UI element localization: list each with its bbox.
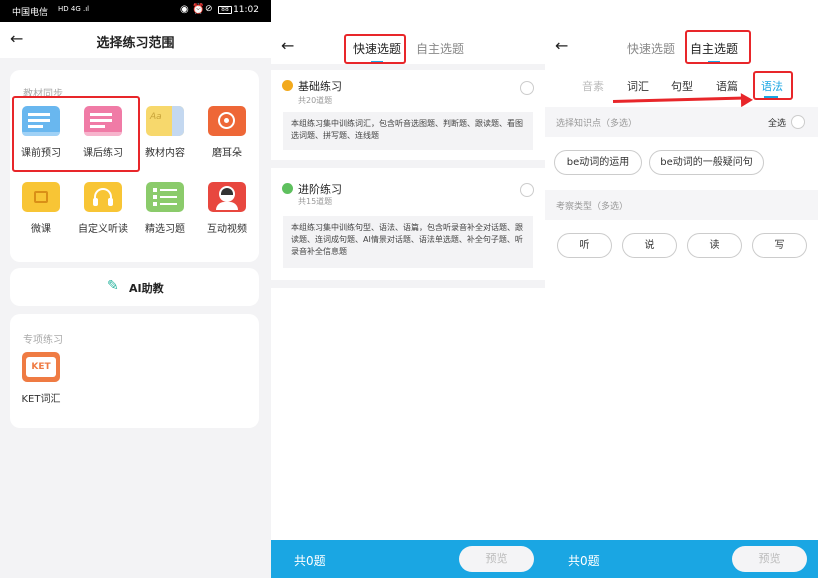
exercise-radio[interactable] bbox=[520, 183, 534, 197]
exercise-description: 本组练习集中训练句型、语法、语篇，包含听录音补全对话题、跟读题、连词成句题、AI… bbox=[283, 216, 533, 268]
preview-button[interactable]: 预览 bbox=[732, 546, 807, 572]
grid-item-textbook[interactable]: Aa 教材内容 bbox=[135, 106, 195, 166]
carrier-label: 中国电信 bbox=[12, 8, 49, 18]
subtab-phonics[interactable]: 音素 bbox=[582, 78, 604, 94]
back-arrow-icon[interactable]: ← bbox=[281, 38, 294, 54]
eye-icon: ◉ bbox=[180, 4, 189, 15]
question-total: 共0题 bbox=[568, 554, 600, 568]
custom-select-panel: ← 快速选题 自主选题 音素 词汇 句型 语篇 语法 选择知识点（多选） 全选 … bbox=[545, 0, 818, 578]
section-label-special: 专项练习 bbox=[23, 335, 63, 346]
subtab-sentence[interactable]: 句型 bbox=[671, 78, 693, 94]
highlight-box bbox=[344, 34, 406, 64]
exercise-description: 本组练习集中训练词汇，包含听音选图题、判断题、跟读题、看图选词题、拼写题、连线题 bbox=[283, 112, 533, 150]
knowledge-header: 选择知识点（多选） 全选 bbox=[545, 107, 818, 137]
grid-item-selected-exercises[interactable]: 精选习题 bbox=[135, 182, 195, 242]
grid-item-label: KET词汇 bbox=[21, 394, 61, 405]
tab-header: ← 快速选题 自主选题 bbox=[545, 22, 818, 64]
folder-book-icon bbox=[22, 182, 60, 212]
subtab-discourse[interactable]: 语篇 bbox=[716, 78, 738, 94]
textbook-icon: Aa bbox=[146, 106, 184, 136]
pencil-badge-icon bbox=[282, 80, 293, 91]
red-arrow bbox=[612, 96, 745, 103]
exercise-title: 基础练习 bbox=[298, 80, 342, 93]
tab-custom-select[interactable]: 自主选题 bbox=[416, 40, 464, 57]
page-title: 选择练习范围 bbox=[96, 36, 175, 51]
alarm-icon: ⏰ bbox=[192, 4, 205, 15]
ai-pencil-icon: ✎ bbox=[107, 278, 119, 294]
type-chip-speak[interactable]: 说 bbox=[622, 233, 677, 258]
type-chip-listen[interactable]: 听 bbox=[557, 233, 612, 258]
practice-scope-panel: 中国电信 HD 4G .ıl ◉ ⏰ ⊘ 88 11:02 ← 选择练习范围 教… bbox=[0, 0, 271, 578]
knowledge-chip[interactable]: be动词的一般疑问句 bbox=[649, 150, 764, 175]
clock: 11:02 bbox=[233, 5, 259, 15]
grid-item-label: 教材内容 bbox=[145, 148, 185, 159]
special-practice-card: 专项练习 KET KET词汇 bbox=[10, 314, 259, 428]
question-total: 共0题 bbox=[294, 554, 326, 568]
preview-button[interactable]: 预览 bbox=[459, 546, 534, 572]
highlight-box bbox=[685, 30, 751, 64]
signal-indicator: HD 4G .ıl bbox=[58, 5, 90, 13]
back-arrow-icon[interactable]: ← bbox=[555, 38, 568, 54]
exercise-count: 共15道题 bbox=[298, 197, 333, 206]
grid-item-microlesson[interactable]: 微课 bbox=[11, 182, 71, 242]
ai-assistant-button[interactable]: ✎ AI助教 bbox=[10, 268, 259, 306]
grid-item-custom-listening[interactable]: 自定义听读 bbox=[73, 182, 133, 242]
exercise-radio[interactable] bbox=[520, 81, 534, 95]
type-header: 考察类型（多选） bbox=[545, 190, 818, 220]
page-header: ← 选择练习范围 bbox=[0, 22, 271, 58]
headphones-icon bbox=[84, 182, 122, 212]
grid-item-label: 微课 bbox=[31, 224, 51, 235]
status-bar: 中国电信 HD 4G .ıl ◉ ⏰ ⊘ 88 11:02 bbox=[0, 0, 271, 22]
exercise-title: 进阶练习 bbox=[298, 183, 342, 196]
highlight-box bbox=[753, 71, 793, 100]
bottom-bar: 共0题 预览 bbox=[545, 540, 818, 578]
checklist-icon bbox=[146, 182, 184, 212]
exercise-basic[interactable]: 基础练习 共20道题 本组练习集中训练词汇，包含听音选图题、判断题、跟读题、看图… bbox=[271, 70, 545, 160]
tab-quick-select[interactable]: 快速选题 bbox=[627, 40, 675, 57]
grid-item-interactive-video[interactable]: 互动视频 bbox=[197, 182, 257, 242]
exercise-count: 共20道题 bbox=[298, 96, 333, 105]
mute-icon: ⊘ bbox=[205, 4, 213, 14]
ai-button-label: AI助教 bbox=[129, 282, 164, 295]
grid-item-label: 磨耳朵 bbox=[212, 148, 242, 159]
type-chip-read[interactable]: 读 bbox=[687, 233, 742, 258]
type-chip-write[interactable]: 写 bbox=[752, 233, 807, 258]
knowledge-chip[interactable]: be动词的运用 bbox=[554, 150, 642, 175]
quick-select-panel: ← 快速选题 自主选题 基础练习 共20道题 本组练习集中训练词汇，包含听音选图… bbox=[271, 0, 545, 578]
highlight-box bbox=[12, 96, 140, 172]
status-bar-spacer bbox=[271, 0, 545, 22]
advanced-badge-icon bbox=[282, 183, 293, 194]
red-arrow-head bbox=[740, 92, 754, 108]
video-avatar-icon bbox=[208, 182, 246, 212]
select-all-label[interactable]: 全选 bbox=[768, 116, 786, 129]
empty-area bbox=[271, 288, 545, 540]
grid-item-label: 精选习题 bbox=[145, 224, 185, 235]
bottom-bar: 共0题 预览 bbox=[271, 540, 545, 578]
battery-icon: 88 bbox=[218, 6, 232, 14]
type-label: 考察类型（多选） bbox=[556, 202, 629, 212]
subtab-vocabulary[interactable]: 词汇 bbox=[627, 78, 649, 94]
record-player-icon bbox=[208, 106, 246, 136]
exercise-advanced[interactable]: 进阶练习 共15道题 本组练习集中训练句型、语法、语篇，包含听录音补全对话题、跟… bbox=[271, 168, 545, 280]
select-all-radio[interactable] bbox=[791, 115, 805, 129]
knowledge-label: 选择知识点（多选） bbox=[556, 119, 638, 129]
tab-header: ← 快速选题 自主选题 bbox=[271, 22, 545, 64]
grid-item-ket-vocab[interactable]: KET KET词汇 bbox=[11, 352, 71, 412]
grid-item-label: 自定义听读 bbox=[78, 224, 128, 235]
grid-item-ear-training[interactable]: 磨耳朵 bbox=[197, 106, 257, 166]
grid-item-label: 互动视频 bbox=[207, 224, 247, 235]
ket-icon: KET bbox=[22, 352, 60, 382]
